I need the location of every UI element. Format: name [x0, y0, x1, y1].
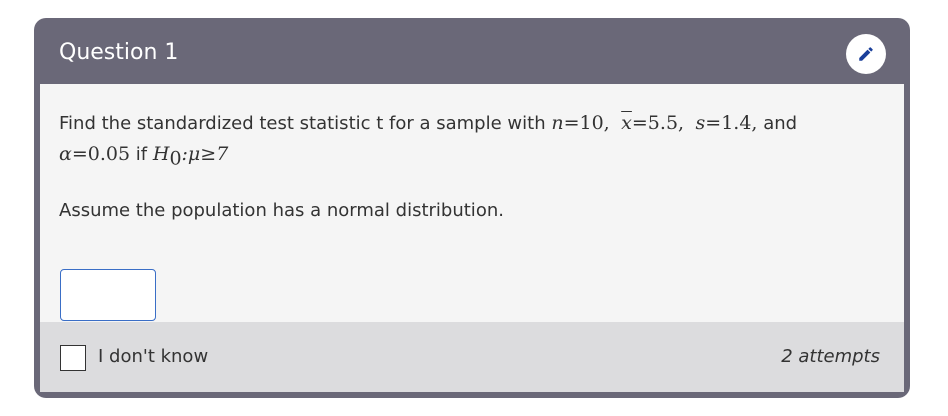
- and-text: and: [757, 113, 798, 134]
- alpha-value: =0.05: [71, 143, 131, 165]
- question-card: Question 1 Find the standardized test st…: [34, 18, 910, 398]
- idk-label[interactable]: I don't know: [98, 343, 208, 371]
- s-variable: s: [695, 112, 706, 134]
- s-value: =1.4,: [705, 112, 758, 134]
- idk-checkbox[interactable]: [60, 345, 86, 371]
- prompt-lead: Find the standardized test statistic t f…: [59, 113, 552, 134]
- xbar-value: =5.5,: [631, 112, 685, 134]
- hypothesis-subscript: 0: [169, 147, 182, 170]
- answer-input[interactable]: [60, 269, 156, 321]
- n-value: =10,: [563, 112, 610, 134]
- question-prompt: Find the standardized test statistic t f…: [59, 108, 889, 174]
- edit-button[interactable]: [846, 34, 886, 74]
- xbar-variable: x: [621, 112, 632, 134]
- attempts-count: 2 attempts: [781, 346, 880, 367]
- question-footer: I don't know 2 attempts: [40, 322, 904, 392]
- n-variable: n: [551, 112, 564, 134]
- hypothesis-condition: :μ≥7: [181, 143, 229, 165]
- hypothesis-variable: H: [152, 143, 170, 165]
- assumption-text: Assume the population has a normal distr…: [59, 200, 504, 221]
- pencil-icon: [859, 47, 873, 61]
- question-header: Question 1: [34, 18, 910, 84]
- question-body: Find the standardized test statistic t f…: [40, 84, 904, 322]
- alpha-variable: α: [59, 143, 72, 165]
- question-title: Question 1: [59, 40, 179, 65]
- if-text: if: [130, 144, 153, 165]
